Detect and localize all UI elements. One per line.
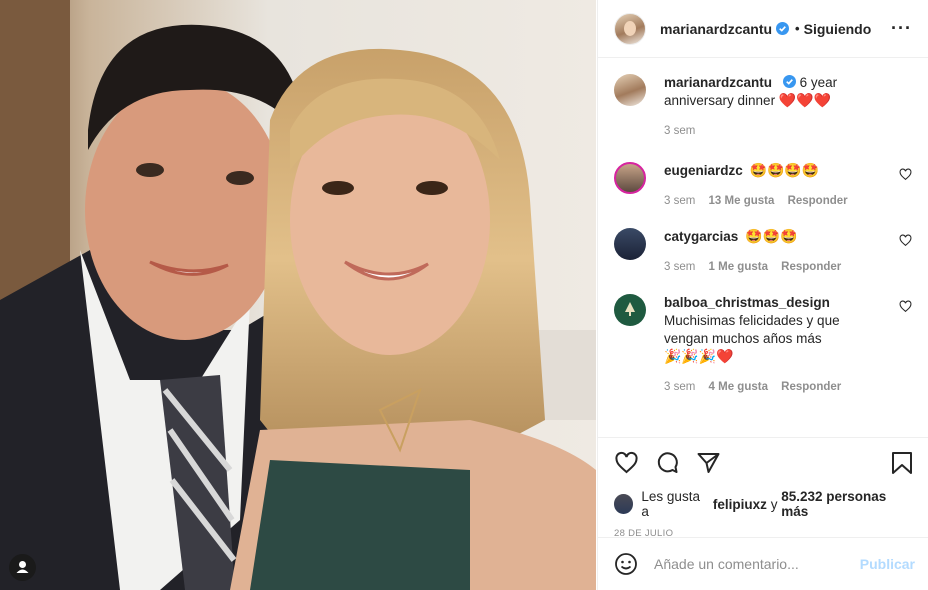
comment-likes[interactable]: 13 Me gusta	[709, 195, 775, 207]
like-comment-icon[interactable]	[899, 168, 912, 181]
author-username[interactable]: marianardzcantu	[660, 21, 772, 37]
comment-likes[interactable]: 4 Me gusta	[709, 381, 768, 393]
comment-meta: 3 sem 4 Me gusta Responder	[664, 378, 886, 396]
like-heart-icon[interactable]	[614, 451, 639, 475]
comment-item: catygarcias 🤩🤩🤩 3 sem 1 Me gusta Respond…	[614, 228, 912, 276]
caption-time[interactable]: 3 sem	[664, 125, 695, 137]
likes-prefix: Les gusta a	[641, 489, 700, 519]
comment-username[interactable]: catygarcias	[664, 229, 738, 244]
comment-emoji: 🎉🎉🎉❤️	[664, 348, 734, 364]
publish-button[interactable]: Publicar	[860, 556, 915, 572]
comment-likes[interactable]: 1 Me gusta	[709, 261, 768, 273]
post-actions: Les gusta a felipiuxz y 85.232 personas …	[598, 437, 928, 539]
author-avatar[interactable]	[614, 12, 646, 45]
post-photo[interactable]	[0, 0, 596, 590]
comment-avatar[interactable]	[614, 294, 646, 326]
reply-button[interactable]: Responder	[788, 195, 848, 207]
comment-avatar[interactable]	[614, 162, 646, 194]
emoji-picker-icon[interactable]	[614, 552, 638, 576]
reply-button[interactable]: Responder	[781, 261, 841, 273]
share-direct-icon[interactable]	[696, 451, 721, 475]
reply-button[interactable]: Responder	[781, 381, 841, 393]
add-comment-bar: Publicar	[598, 537, 928, 590]
likes-connector: y	[770, 496, 778, 512]
caption-username[interactable]: marianardzcantu	[664, 75, 772, 90]
separator-dot: •	[795, 21, 800, 36]
comment-meta: 3 sem 1 Me gusta Responder	[664, 258, 886, 276]
comment-username[interactable]: eugeniardzc	[664, 163, 743, 178]
more-options-icon[interactable]: ···	[891, 18, 912, 39]
comment-meta: 3 sem 13 Me gusta Responder	[664, 192, 886, 210]
instagram-post-view: marianardzcantu • Siguiendo ··· marianar…	[0, 0, 928, 590]
like-comment-icon[interactable]	[899, 234, 912, 247]
comment-input[interactable]	[654, 556, 860, 572]
caption: marianardzcantu 6 year anniversary dinne…	[614, 74, 912, 140]
verified-badge-icon	[782, 75, 796, 88]
selfie-image	[0, 0, 596, 590]
caption-hearts: ❤️❤️❤️	[778, 92, 832, 108]
tagged-user-icon[interactable]	[9, 554, 36, 581]
liker-username[interactable]: felipiuxz	[713, 497, 767, 512]
like-comment-icon[interactable]	[899, 300, 912, 313]
save-bookmark-icon[interactable]	[891, 451, 913, 475]
post-header: marianardzcantu • Siguiendo ···	[598, 0, 928, 58]
caption-avatar[interactable]	[614, 74, 646, 106]
christmas-tree-icon	[625, 302, 635, 316]
comment-text: 🤩🤩🤩	[745, 228, 798, 244]
likes-count[interactable]: 85.232 personas más	[781, 489, 913, 519]
likes-summary: Les gusta a felipiuxz y 85.232 personas …	[614, 489, 913, 519]
comment-time[interactable]: 3 sem	[664, 381, 695, 393]
caption-meta: 3 sem	[664, 122, 886, 140]
action-icons	[614, 450, 913, 476]
post-side-panel: marianardzcantu • Siguiendo ··· marianar…	[597, 0, 928, 590]
comment-bubble-icon[interactable]	[655, 451, 680, 475]
comment-list: marianardzcantu 6 year anniversary dinne…	[598, 58, 928, 438]
verified-badge-icon	[776, 22, 790, 35]
comment-text: Muchisimas felicidades y que vengan much…	[664, 313, 840, 346]
comment-time[interactable]: 3 sem	[664, 195, 695, 207]
liker-avatar[interactable]	[614, 494, 634, 514]
comment-avatar[interactable]	[614, 228, 646, 260]
comment-time[interactable]: 3 sem	[664, 261, 695, 273]
follow-button[interactable]: Siguiendo	[804, 21, 872, 37]
comment-item: eugeniardzc 🤩🤩🤩🤩 3 sem 13 Me gusta Respo…	[614, 162, 912, 210]
comment-text: 🤩🤩🤩🤩	[749, 162, 820, 178]
comment-item: balboa_christmas_design Muchisimas felic…	[614, 294, 912, 396]
comment-username[interactable]: balboa_christmas_design	[664, 295, 830, 310]
